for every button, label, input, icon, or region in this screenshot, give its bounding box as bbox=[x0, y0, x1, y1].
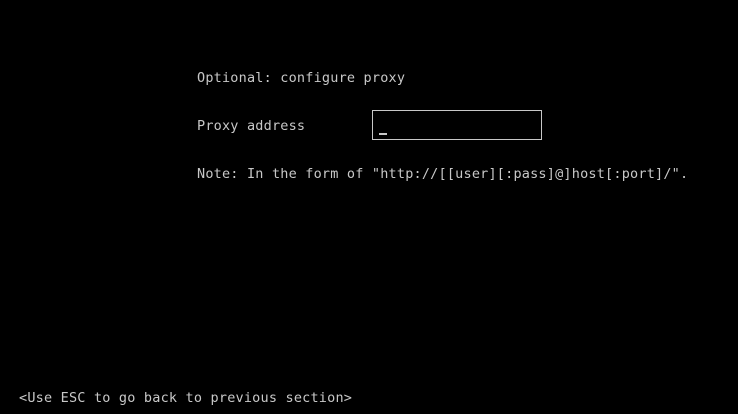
proxy-format-note: Note: In the form of "http://[[user][:pa… bbox=[197, 166, 689, 182]
text-cursor bbox=[379, 133, 387, 135]
proxy-address-input[interactable] bbox=[372, 110, 542, 140]
footer-hint: <Use ESC to go back to previous section> bbox=[19, 390, 353, 406]
proxy-address-label: Proxy address bbox=[197, 118, 306, 134]
installer-screen: Optional: configure proxy Proxy address … bbox=[0, 0, 738, 414]
section-heading: Optional: configure proxy bbox=[197, 70, 406, 86]
